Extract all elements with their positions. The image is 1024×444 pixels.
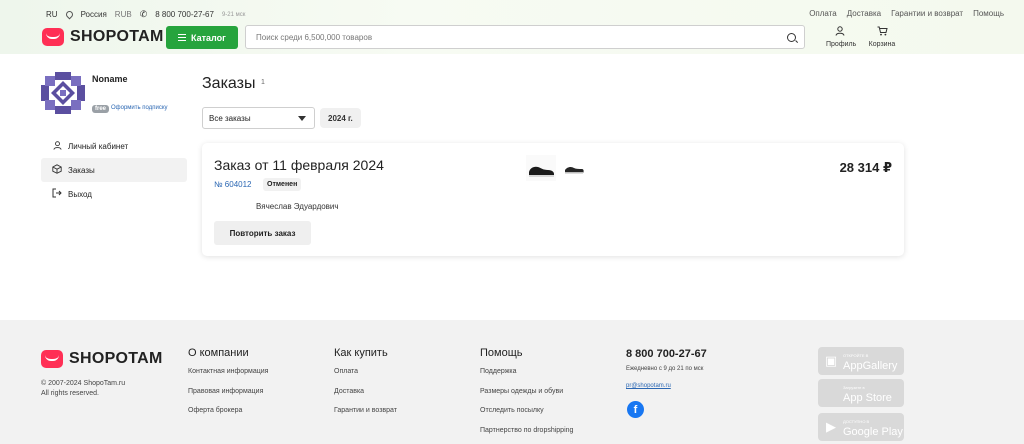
footer-link[interactable]: Партнерство по dropshipping (480, 427, 573, 444)
top-link-payment[interactable]: Оплата (809, 9, 837, 18)
app-store-badge[interactable]: Загрузите в App Store (818, 379, 904, 407)
menu-icon (178, 34, 186, 41)
phone-icon: ✆ (139, 9, 148, 19)
order-title[interactable]: Заказ от 11 февраля 2024 (214, 157, 384, 173)
copyright-line: © 2007-2024 ShopoTam.ru (41, 380, 126, 387)
top-strip-left: RU Россия RUB ✆ 8 800 700-27-67 9-21 мск (46, 9, 245, 20)
profile-label: Профиль (826, 41, 857, 48)
language-switch[interactable]: RU (46, 10, 58, 19)
footer-link[interactable]: Правовая информация (188, 388, 268, 408)
year-filter-chip[interactable]: 2024 г. (320, 108, 361, 128)
top-phone[interactable]: 8 800 700-27-67 (155, 10, 214, 19)
badge-text: ОТКРОЙТЕ В AppGallery (843, 351, 898, 372)
top-links: Оплата Доставка Гарантии и возврат Помощ… (809, 9, 1004, 18)
username: Noname (92, 74, 128, 84)
orders-count: 1 (261, 79, 265, 86)
avatar[interactable] (41, 72, 85, 114)
repeat-order-button[interactable]: Повторить заказ (214, 221, 311, 245)
product-thumbnail[interactable] (562, 155, 586, 181)
sidebar-item-orders[interactable]: Заказы (41, 158, 187, 182)
sidebar-item-cabinet[interactable]: Личный кабинет (41, 134, 187, 158)
order-card[interactable]: Заказ от 11 февраля 2024 № 604012 Отмене… (202, 143, 904, 256)
badge-text: ДОСТУПНО В Google Play (843, 417, 903, 438)
currency-switch[interactable]: RUB (115, 10, 132, 19)
footer-phone[interactable]: 8 800 700-27-67 (626, 348, 707, 360)
appgallery-icon: ▣ (824, 353, 838, 368)
logo-bag-icon (42, 28, 64, 46)
footer-link[interactable]: Размеры одежды и обуви (480, 388, 573, 408)
order-status-badge: Отменен (263, 178, 302, 191)
user-icon (826, 26, 854, 39)
search-box (245, 25, 805, 49)
footer-link[interactable]: Доставка (334, 388, 397, 408)
google-play-icon: ▶ (826, 419, 836, 434)
sidebar-item-logout[interactable]: Выход (41, 182, 187, 206)
top-link-delivery[interactable]: Доставка (847, 9, 881, 18)
cart-label: Корзина (868, 41, 896, 48)
sidebar-item-label: Заказы (68, 165, 95, 175)
appgallery-badge[interactable]: ▣ ОТКРОЙТЕ В AppGallery (818, 347, 904, 375)
orders-filter-value: Все заказы (209, 113, 251, 123)
google-play-badge[interactable]: ▶ ДОСТУПНО В Google Play (818, 413, 904, 441)
location-pin-icon (64, 9, 75, 20)
footer-column-help: Помощь Поддержка Размеры одежды и обуви … (480, 347, 573, 444)
subscribe-link[interactable]: Оформить подписку (111, 105, 168, 111)
sidebar-item-label: Выход (68, 189, 92, 199)
footer-link[interactable]: Отследить посылку (480, 407, 573, 427)
page-title: Заказы (202, 75, 256, 92)
profile-button[interactable]: Профиль (826, 26, 857, 48)
search-input[interactable] (246, 26, 804, 48)
footer-column-title: Как купить (334, 347, 388, 359)
account-nav: Личный кабинет Заказы Выход (41, 134, 187, 206)
user-icon (52, 140, 62, 152)
top-link-guarantee[interactable]: Гарантии и возврат (891, 9, 963, 18)
top-hours: 9-21 мск (221, 11, 246, 18)
footer-column-title: Помощь (480, 347, 523, 359)
order-number[interactable]: № 604012 (214, 180, 252, 189)
footer-column-how-to-buy: Как купить Оплата Доставка Гарантии и во… (334, 347, 397, 427)
footer-link[interactable]: Оплата (334, 368, 397, 388)
order-price: 28 314 ₽ (839, 160, 892, 175)
sidebar-item-label: Личный кабинет (68, 141, 129, 151)
main-header: SHOPOTAM Каталог Профиль Корзина (0, 24, 1024, 54)
footer-hours: Ежедневно с 9 до 21 по мск (626, 366, 704, 372)
region-selector[interactable]: Россия (81, 10, 107, 19)
badge-text: Загрузите в App Store (843, 383, 892, 404)
logo-text: SHOPOTAM (69, 350, 163, 367)
cart-icon (867, 26, 897, 39)
copyright-line: All rights reserved. (41, 390, 99, 397)
catalog-label: Каталог (191, 32, 226, 43)
copyright: © 2007-2024 ShopoTam.ru All rights reser… (41, 379, 125, 399)
footer-column-title: О компании (188, 347, 249, 359)
logo-bag-icon (41, 350, 63, 368)
catalog-button[interactable]: Каталог (166, 26, 238, 49)
top-link-help[interactable]: Помощь (973, 9, 1004, 18)
footer-link[interactable]: Оферта брокера (188, 407, 268, 427)
site-logo[interactable]: SHOPOTAM (42, 28, 164, 46)
product-thumbnail[interactable] (526, 155, 556, 181)
badge-title: AppGallery (843, 360, 898, 372)
facebook-icon[interactable]: f (627, 401, 644, 418)
footer-link[interactable]: Поддержка (480, 368, 573, 388)
logo-text: SHOPOTAM (70, 28, 164, 45)
footer-logo[interactable]: SHOPOTAM (41, 350, 163, 368)
top-strip: RU Россия RUB ✆ 8 800 700-27-67 9-21 мск… (0, 0, 1024, 24)
site-footer: SHOPOTAM © 2007-2024 ShopoTam.ru All rig… (0, 320, 1024, 444)
footer-column-company: О компании Контактная информация Правова… (188, 347, 268, 427)
cart-button[interactable]: Корзина (867, 26, 897, 48)
order-recipient: Вячеслав Эдуардович (256, 202, 339, 211)
footer-link[interactable]: Контактная информация (188, 368, 268, 388)
footer-email[interactable]: pr@shopotam.ru (626, 383, 671, 389)
box-icon (52, 164, 62, 176)
logout-icon (52, 188, 62, 200)
chevron-down-icon (298, 116, 306, 121)
plan-badge: free (92, 105, 110, 113)
search-icon[interactable] (787, 33, 796, 42)
footer-link[interactable]: Гарантии и возврат (334, 407, 397, 427)
orders-filter-select[interactable]: Все заказы (202, 107, 315, 129)
badge-title: App Store (843, 392, 892, 404)
badge-title: Google Play (843, 426, 903, 438)
